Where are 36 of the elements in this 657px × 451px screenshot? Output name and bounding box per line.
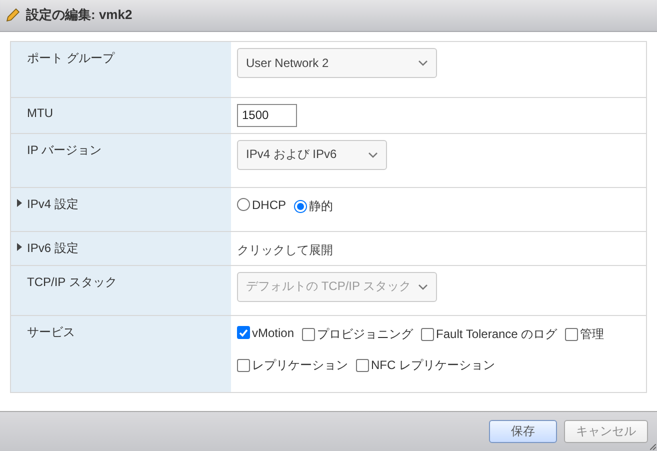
checkbox[interactable] <box>421 328 434 341</box>
expand-hint: クリックして展開 <box>237 242 333 259</box>
checkbox-label: プロビジョニング <box>317 326 414 343</box>
checkbox-label: NFC レプリケーション <box>371 356 495 374</box>
radio-button[interactable] <box>294 200 308 213</box>
dropdown[interactable]: IPv4 および IPv6 <box>237 140 387 170</box>
checkbox[interactable] <box>565 328 578 341</box>
checkbox-label: Fault Tolerance のログ <box>436 326 558 343</box>
checkbox[interactable] <box>237 326 250 340</box>
checkbox[interactable] <box>356 358 369 372</box>
radio-label: DHCP <box>252 198 286 212</box>
checkbox-label: レプリケーション <box>252 356 348 374</box>
checkbox[interactable] <box>302 328 316 341</box>
resize-grip-icon[interactable] <box>650 444 656 450</box>
pencil-icon <box>6 8 20 22</box>
field-label: MTU <box>27 106 53 120</box>
field-label: サービス <box>27 324 75 341</box>
save-button[interactable]: 保存 <box>489 420 557 443</box>
chevron-down-icon <box>368 152 378 158</box>
radio-label: 静的 <box>309 198 334 215</box>
field-label: IPv6 設定 <box>27 240 78 257</box>
radio-button[interactable] <box>237 198 250 212</box>
field-label: IP バージョン <box>27 142 102 159</box>
field-label: IPv4 設定 <box>27 196 78 213</box>
caret-right-icon[interactable] <box>17 242 23 251</box>
chevron-down-icon <box>418 284 428 290</box>
checkbox[interactable] <box>237 358 250 372</box>
mtu-field[interactable]: 1500 <box>237 104 297 127</box>
caret-right-icon[interactable] <box>17 198 23 207</box>
chevron-down-icon <box>418 60 428 66</box>
window-title: 設定の編集: vmk2 <box>26 6 132 24</box>
checkbox-label: 管理 <box>580 326 604 343</box>
field-label: TCP/IP スタック <box>27 274 117 291</box>
field-label: ポート グループ <box>27 50 114 67</box>
dropdown[interactable]: User Network 2 <box>237 48 437 78</box>
checkbox-label: vMotion <box>252 326 294 340</box>
